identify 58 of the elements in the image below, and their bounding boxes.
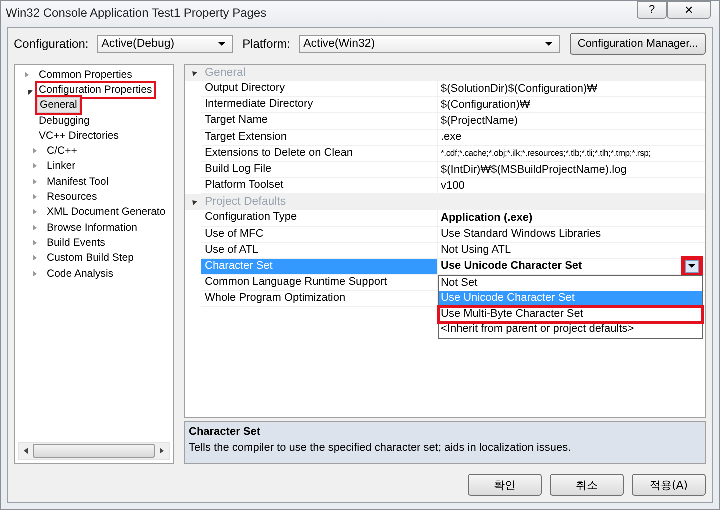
property-name[interactable]: Target Extension bbox=[201, 130, 438, 145]
property-name[interactable]: Target Name bbox=[201, 113, 438, 129]
tree-item[interactable]: Browse Information bbox=[45, 220, 140, 235]
property-value: Use Unicode Character Set bbox=[441, 260, 582, 272]
tree-item[interactable]: General bbox=[37, 97, 80, 114]
property-name[interactable]: Platform Toolset bbox=[201, 178, 438, 194]
platform-dropdown[interactable]: Active(Win32) bbox=[298, 35, 560, 53]
property-name[interactable]: Configuration Type bbox=[201, 210, 438, 226]
configuration-manager-button[interactable]: Configuration Manager... bbox=[570, 33, 706, 55]
tree-item[interactable]: Custom Build Step bbox=[45, 251, 136, 266]
property-name[interactable]: Use of MFC bbox=[201, 226, 438, 242]
collapse-icon[interactable] bbox=[190, 69, 198, 77]
configuration-dropdown[interactable]: Active(Debug) bbox=[96, 35, 233, 53]
property-name[interactable]: Use of ATL bbox=[201, 242, 438, 258]
tree-item[interactable]: Manifest Tool bbox=[45, 174, 111, 189]
property-name[interactable]: Whole Program Optimization bbox=[201, 291, 438, 306]
collapse-icon[interactable] bbox=[190, 198, 198, 206]
dropdown-option[interactable]: <Inherit from parent or project defaults> bbox=[439, 322, 702, 338]
dropdown-option[interactable]: Not Set bbox=[439, 276, 702, 292]
horizontal-scrollbar[interactable] bbox=[18, 442, 170, 460]
property-value: Not Using ATL bbox=[441, 244, 512, 256]
tree-item[interactable]: Code Analysis bbox=[45, 266, 116, 280]
tree-item[interactable]: C/C++ bbox=[45, 144, 80, 158]
property-value: $(IntDir)₩$(MSBuildProjectName).log bbox=[441, 164, 627, 176]
property-value: *.cdf;*.cache;*.obj;*.ilk;*.resources;*.tlb;*.tli;*.tlh;*.tmp;*.rsp; bbox=[441, 148, 651, 158]
category-header: General bbox=[205, 67, 246, 79]
apply-button[interactable]: 적용(A) bbox=[632, 474, 706, 496]
dropdown-option[interactable]: Use Multi-Byte Character Set bbox=[439, 306, 702, 322]
tree-item[interactable]: VC++ Directories bbox=[37, 128, 121, 143]
configuration-label: Configuration: bbox=[14, 37, 89, 51]
platform-label: Platform: bbox=[242, 37, 291, 51]
category-header: Project Defaults bbox=[205, 196, 286, 208]
property-name[interactable]: Intermediate Directory bbox=[201, 97, 438, 112]
help-button[interactable]: ? bbox=[637, 1, 667, 19]
tree-item[interactable]: Linker bbox=[45, 159, 78, 174]
property-value: Application (.exe) bbox=[441, 212, 533, 224]
close-button[interactable]: ✕ bbox=[667, 1, 711, 19]
property-name[interactable]: Output Directory bbox=[201, 81, 438, 96]
tree-item[interactable]: Configuration Properties bbox=[37, 82, 154, 97]
property-name[interactable]: Build Log File bbox=[201, 162, 438, 178]
tree-item[interactable]: Common Properties bbox=[37, 68, 134, 82]
cancel-button[interactable]: 취소 bbox=[550, 474, 624, 496]
description-title: Character Set bbox=[189, 426, 262, 438]
tree-item[interactable]: Build Events bbox=[45, 236, 108, 250]
property-value: v100 bbox=[441, 180, 465, 192]
ok-button[interactable]: 확인 bbox=[468, 474, 542, 496]
description-text: Tells the compiler to use the specified character set; aids in localization issues. bbox=[189, 442, 572, 454]
property-value: $(SolutionDir)$(Configuration)₩ bbox=[441, 82, 598, 95]
tree-item[interactable]: Debugging bbox=[37, 114, 92, 128]
property-value: Use Standard Windows Libraries bbox=[441, 228, 602, 240]
property-name[interactable]: Extensions to Delete on Clean bbox=[201, 146, 438, 161]
window-title: Win32 Console Application Test1 Property Pages bbox=[5, 5, 267, 20]
property-value: $(Configuration)₩ bbox=[441, 98, 530, 111]
tree-item[interactable]: XML Document Generato bbox=[45, 205, 168, 220]
property-value: $(ProjectName) bbox=[441, 114, 518, 127]
property-name[interactable]: Common Language Runtime Support bbox=[201, 275, 438, 290]
tree-item[interactable]: Resources bbox=[45, 190, 100, 204]
property-value: .exe bbox=[441, 131, 462, 144]
